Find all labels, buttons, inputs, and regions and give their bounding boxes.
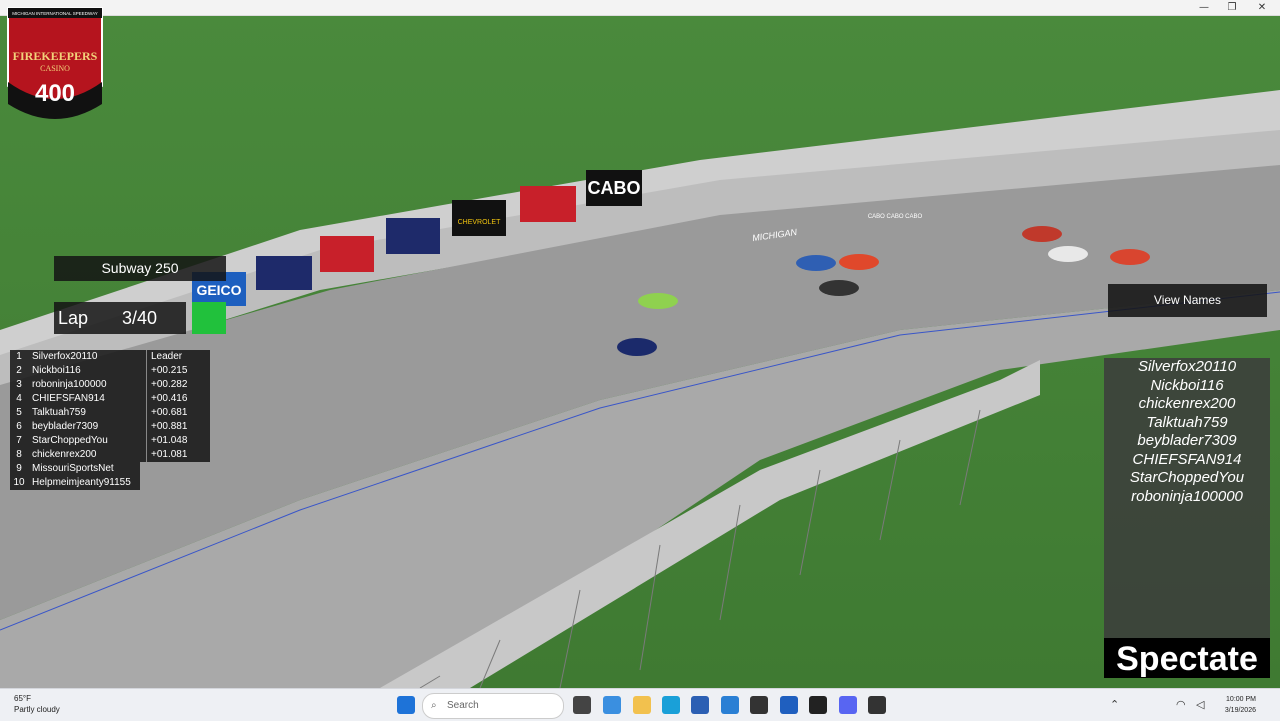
leaderboard-row: 9 MissouriSportsNet	[10, 462, 140, 476]
driver-name-label: roboninja100000	[1131, 487, 1243, 505]
leaderboard-gap: +01.048	[146, 434, 187, 448]
maximize-button[interactable]: ❐	[1218, 0, 1246, 15]
app-icon[interactable]	[721, 696, 739, 714]
wifi-icon[interactable]: ◠	[1176, 698, 1186, 711]
leaderboard-position: 9	[16, 463, 22, 474]
clock-time: 10:00 PM	[1226, 696, 1256, 703]
leaderboard-driver-name: chickenrex200	[32, 449, 97, 460]
green-flag-indicator	[192, 302, 226, 334]
leaderboard-row: 5 Talktuah759 +00.681	[10, 406, 210, 420]
active-app-icon[interactable]	[780, 696, 798, 714]
leaderboard-position: 10	[13, 477, 25, 488]
media-icon[interactable]	[809, 696, 827, 714]
leaderboard-driver-name: Silverfox20110	[32, 351, 98, 362]
leaderboard-gap: +00.881	[146, 420, 187, 434]
game-icon[interactable]	[750, 696, 768, 714]
leaderboard-gap: +01.081	[146, 448, 187, 462]
volume-icon[interactable]: ◁	[1196, 698, 1204, 711]
driver-names-panel: Silverfox20110 Nickboi116 chickenrex200 Tal…	[1104, 358, 1270, 638]
store-icon[interactable]	[691, 696, 709, 714]
leaderboard-gap: Leader	[146, 350, 182, 364]
start-icon[interactable]	[397, 696, 415, 714]
race-name: Subway 250	[54, 256, 226, 281]
leaderboard-gap: +00.681	[146, 406, 187, 420]
lap-value: 3/40	[122, 308, 158, 328]
weather-temp: 65°F	[14, 694, 31, 703]
driver-name-label: beyblader7309	[1137, 432, 1237, 449]
leaderboard-position: 4	[16, 393, 22, 404]
leaderboard-driver-name: MissouriSportsNet	[32, 463, 114, 474]
race-logo: MICHIGAN INTERNATIONAL SPEEDWAY FIREKEEP…	[7, 7, 103, 119]
view-names-button[interactable]: View Names	[1108, 284, 1267, 317]
leaderboard-gap: +00.282	[146, 378, 187, 392]
leaderboard-driver-name: Helpmeimjeanty91155	[32, 477, 131, 488]
leaderboard-driver-name: StarChoppedYou	[32, 435, 108, 446]
leaderboard-gap: +00.416	[146, 392, 187, 406]
driver-name-label: Nickboi116	[1150, 376, 1224, 394]
search-placeholder: Search	[447, 700, 479, 711]
driver-name-label: CHIEFSFAN914	[1132, 450, 1242, 468]
clock[interactable]: 10:00 PM 3/19/2026	[1225, 694, 1256, 716]
leaderboard-position: 1	[16, 351, 22, 362]
taskbar: 65°F Partly cloudy ⌕ Search ⌃ ◠ ◁ 10:00 …	[0, 688, 1280, 721]
weather-desc: Partly cloudy	[14, 705, 60, 714]
search-input[interactable]: ⌕ Search	[422, 693, 564, 719]
leaderboard-driver-name: Nickboi116	[32, 365, 81, 376]
lap-counter: Lap 3/40	[54, 302, 186, 334]
leaderboard-row: 4 CHIEFSFAN914 +00.416	[10, 392, 210, 406]
race-scene: GEICO CHEVROLET CABO MICHIGAN CABO CABO …	[0, 0, 1280, 688]
logo-number: 400	[35, 80, 75, 107]
clock-date: 3/19/2026	[1224, 707, 1256, 714]
logo-top-text: MICHIGAN INTERNATIONAL SPEEDWAY	[12, 11, 98, 16]
leaderboard-driver-name: Talktuah759	[32, 407, 86, 418]
leaderboard-row: 6 beyblader7309 +00.881	[10, 420, 210, 434]
driver-name-label: Talktuah759	[1146, 413, 1228, 431]
leaderboard-row: 8 chickenrex200 +01.081	[10, 448, 210, 462]
logo-line2: CASINO	[40, 64, 70, 73]
driver-name-label: Silverfox20110	[1137, 358, 1237, 375]
sign-chevrolet: CHEVROLET	[458, 219, 502, 226]
leaderboard-position: 5	[16, 407, 22, 418]
lap-label: Lap	[58, 308, 89, 328]
recording-icon[interactable]	[868, 696, 886, 714]
leaderboard-row: 3 roboninja100000 +00.282	[10, 378, 210, 392]
edge-icon[interactable]	[662, 696, 680, 714]
sign-cabo: CABO	[588, 178, 641, 198]
driver-name-label: StarChoppedYou	[1129, 469, 1245, 486]
minimize-button[interactable]: —	[1190, 0, 1218, 15]
leaderboard-driver-name: CHIEFSFAN914	[32, 393, 105, 404]
leaderboard-position: 2	[16, 365, 22, 376]
sign-cabo-strip: CABO CABO CABO	[868, 214, 923, 220]
copilot-icon[interactable]	[603, 696, 621, 714]
leaderboard-row: 10 Helpmeimjeanty91155	[10, 476, 140, 490]
spectate-button[interactable]: Spectate	[1104, 638, 1270, 678]
leaderboard-row: 1 Silverfox20110 Leader	[10, 350, 210, 364]
task-view-icon[interactable]	[573, 696, 591, 714]
leaderboard-position: 6	[16, 421, 22, 432]
driver-name-label: chickenrex200	[1138, 395, 1236, 412]
discord-icon[interactable]	[839, 696, 857, 714]
search-icon: ⌕	[431, 700, 437, 711]
leaderboard-gap: +00.215	[146, 364, 187, 378]
leaderboard-row: 7 StarChoppedYou +01.048	[10, 434, 210, 448]
leaderboard-position: 7	[16, 435, 22, 446]
file-explorer-icon[interactable]	[633, 696, 651, 714]
leaderboard: 1 Silverfox20110 Leader 2 Nickboi116 +00.215 3…	[10, 350, 210, 490]
leaderboard-position: 8	[16, 449, 22, 460]
sign-geico: GEICO	[196, 282, 241, 298]
leaderboard-row: 2 Nickboi116 +00.215	[10, 364, 210, 378]
leaderboard-position: 3	[16, 379, 22, 390]
weather-widget[interactable]: 65°F Partly cloudy	[14, 693, 60, 715]
logo-line1: FIREKEEPERS	[13, 49, 98, 63]
window-titlebar: — ❐ ✕	[0, 0, 1280, 16]
tray-chevron-icon[interactable]: ⌃	[1110, 698, 1119, 711]
close-button[interactable]: ✕	[1248, 0, 1276, 15]
leaderboard-driver-name: roboninja100000	[32, 379, 107, 390]
leaderboard-driver-name: beyblader7309	[32, 421, 99, 432]
